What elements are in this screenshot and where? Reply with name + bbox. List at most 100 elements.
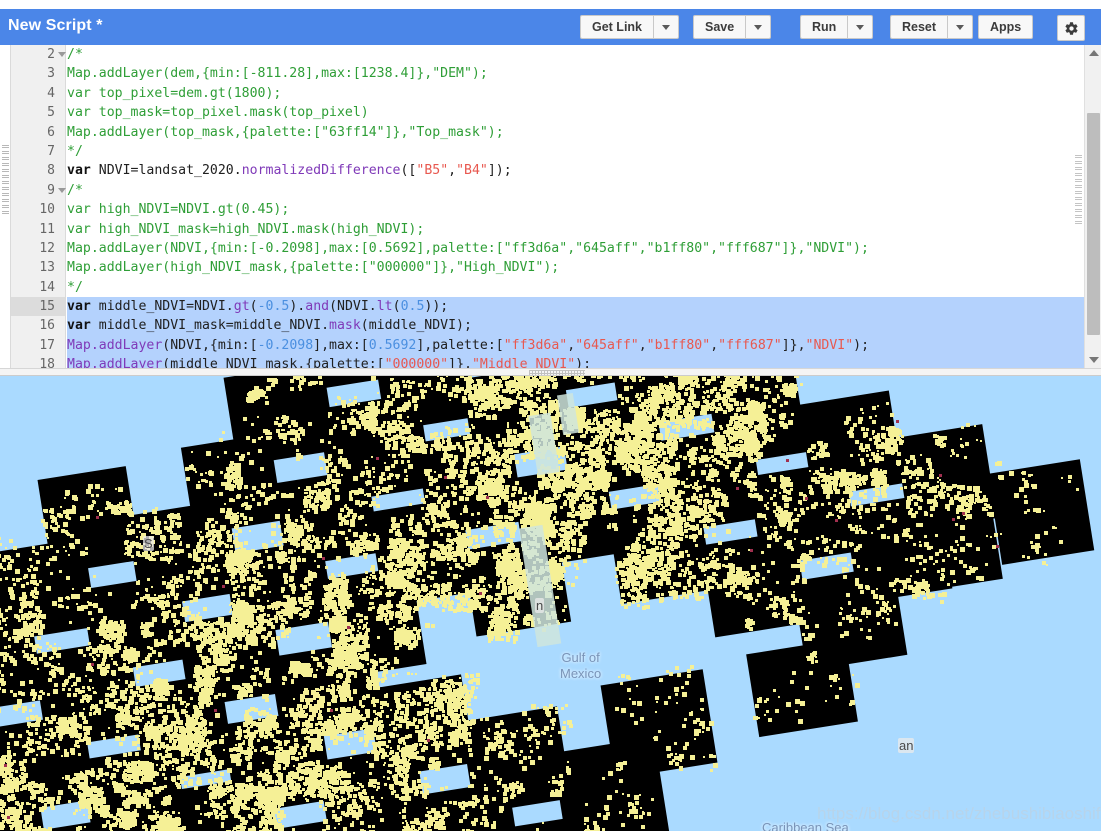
code-token: Map.addLayer	[67, 357, 163, 368]
scroll-down-button[interactable]	[1085, 352, 1101, 368]
chevron-down-icon	[662, 24, 671, 30]
code-token: "NDVI"	[805, 337, 854, 353]
splitter-grip-dots	[529, 370, 585, 375]
code-token: var top_pixel=dem.gt(1800);	[67, 85, 282, 101]
reset-button[interactable]: Reset	[890, 15, 948, 39]
run-button[interactable]: Run	[800, 15, 848, 39]
run-dropdown-button[interactable]	[847, 15, 874, 39]
line-number: 12	[39, 240, 55, 256]
save-dropdown-button[interactable]	[745, 15, 772, 39]
line-number-gutter: 2 3 4 5 6 7 8 9 10 11 12 13 14 15 16 17 18	[11, 45, 66, 368]
map-raster-layer	[0, 376, 1095, 831]
code-token: -0.2098	[257, 337, 314, 353]
left-panel-resize-handle[interactable]	[0, 45, 11, 368]
save-button-group: Save	[693, 15, 772, 39]
run-button-group: Run	[800, 15, 874, 39]
code-line[interactable]: */	[67, 278, 1101, 297]
apps-button-group: Apps	[978, 15, 1034, 39]
code-line[interactable]: var high_NDVI_mask=high_NDVI.mask(high_N…	[67, 220, 1101, 239]
line-number: 8	[47, 163, 55, 179]
code-token: */	[67, 143, 83, 159]
fold-toggle-icon[interactable]	[58, 52, 66, 57]
line-number: 17	[39, 337, 55, 353]
scrollbar-thumb[interactable]	[1087, 113, 1100, 335]
code-token: -0.5	[257, 299, 290, 315]
code-token: Map.addLayer(high_NDVI_mask,{palette:["0…	[67, 260, 560, 276]
code-token: ],palette:[	[416, 337, 504, 353]
line-number: 16	[39, 318, 55, 334]
line-number: 3	[47, 66, 55, 82]
code-line[interactable]: */	[67, 142, 1101, 161]
fold-toggle-icon[interactable]	[58, 187, 66, 193]
code-line[interactable]: Map.addLayer(middle_NDVI_mask,{palette:[…	[67, 355, 1101, 368]
code-token: lt	[376, 299, 393, 315]
code-token: ([	[400, 163, 417, 179]
code-token: Map.addLayer	[67, 337, 163, 353]
apps-button[interactable]: Apps	[978, 15, 1034, 39]
code-token: /*	[67, 182, 83, 198]
code-token: 0.5692	[368, 337, 417, 353]
triangle-up-icon	[1088, 50, 1099, 56]
code-token: ]);	[487, 163, 512, 179]
code-line[interactable]: var middle_NDVI=NDVI.gt(-0.5).and(NDVI.l…	[67, 297, 1101, 317]
reset-dropdown-button[interactable]	[947, 15, 974, 39]
code-token: ,	[567, 337, 576, 353]
get-link-button-group: Get Link	[580, 15, 680, 39]
line-number: 14	[39, 279, 55, 295]
code-line[interactable]: var high_NDVI=NDVI.gt(0.45);	[67, 200, 1101, 219]
line-number: 13	[39, 260, 55, 276]
code-token: var	[67, 299, 91, 315]
line-number: 10	[39, 202, 55, 218]
code-line[interactable]: /*	[67, 45, 1101, 64]
code-text-area[interactable]: /* Map.addLayer(dem,{min:[-811.28],max:[1…	[67, 45, 1101, 368]
code-token: middle_NDVI=NDVI.	[90, 299, 234, 315]
code-line[interactable]: Map.addLayer(high_NDVI_mask,{palette:["0…	[67, 258, 1101, 277]
line-number: 5	[47, 105, 55, 121]
code-token: "000000"	[384, 357, 449, 368]
code-line[interactable]: var top_mask=top_pixel.mask(top_pixel)	[67, 103, 1101, 122]
code-token: ],max:[	[313, 337, 369, 353]
triangle-down-icon	[1088, 357, 1099, 363]
get-link-button[interactable]: Get Link	[580, 15, 654, 39]
line-number: 11	[39, 221, 55, 237]
get-link-dropdown-button[interactable]	[653, 15, 680, 39]
scroll-up-button[interactable]	[1085, 45, 1101, 61]
code-token: (	[249, 299, 258, 315]
line-number: 4	[47, 85, 55, 101]
code-token: middle_NDVI_mask=middle_NDVI.	[90, 318, 330, 334]
code-token: "B4"	[456, 163, 488, 179]
chevron-down-icon	[754, 24, 763, 30]
code-token: "645aff"	[575, 337, 639, 353]
line-number: 9	[11, 181, 66, 200]
code-token: 0.5	[400, 299, 425, 315]
code-line[interactable]: var top_pixel=dem.gt(1800);	[67, 84, 1101, 103]
code-line[interactable]: Map.addLayer(NDVI,{min:[-0.2098],max:[0.…	[67, 335, 1101, 356]
code-token: (	[392, 299, 401, 315]
code-token: (middle_NDVI);	[360, 318, 472, 334]
code-token: );	[853, 337, 870, 353]
line-number: 15	[11, 297, 65, 317]
resize-grip-dots	[2, 145, 9, 215]
line-number: 2	[11, 45, 66, 64]
editor-map-splitter[interactable]	[0, 368, 1101, 376]
code-token: var	[67, 318, 91, 334]
line-number: 7	[47, 143, 55, 159]
save-button[interactable]: Save	[693, 15, 746, 39]
code-line[interactable]: var NDVI=landsat_2020.normalizedDifferen…	[67, 161, 1101, 180]
code-line[interactable]: Map.addLayer(top_mask,{palette:["63ff14"…	[67, 123, 1101, 142]
code-line[interactable]: var middle_NDVI_mask=middle_NDVI.mask(mi…	[67, 316, 1101, 336]
code-token: /*	[67, 47, 83, 62]
code-token: ,	[638, 337, 647, 353]
code-token: gt	[233, 299, 250, 315]
code-line[interactable]: Map.addLayer(dem,{min:[-811.28],max:[123…	[67, 64, 1101, 83]
code-token: (NDVI,{min:[	[162, 337, 258, 353]
main-toolbar: New Script * Get Link Save Run Reset App…	[0, 9, 1101, 45]
editor-vertical-scrollbar[interactable]	[1084, 45, 1101, 368]
code-token: (NDVI.	[329, 299, 377, 315]
map-viewport[interactable]: Gulf of Mexico Caribbean Sea Sn an https://…	[0, 376, 1101, 831]
code-token: ]},	[781, 337, 806, 353]
code-token: ).	[289, 299, 306, 315]
code-line[interactable]: Map.addLayer(NDVI,{min:[-0.2098],max:[0.…	[67, 239, 1101, 258]
settings-button[interactable]	[1057, 15, 1085, 41]
code-line[interactable]: /*	[67, 181, 1101, 200]
